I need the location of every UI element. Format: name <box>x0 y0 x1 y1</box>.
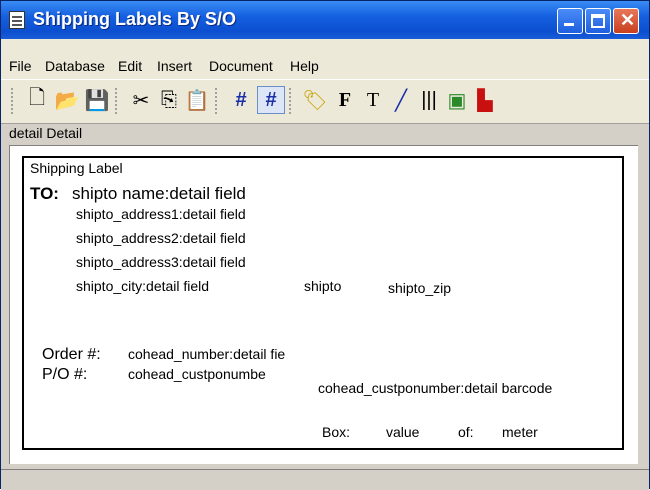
minimize-icon <box>564 23 574 26</box>
section-header: detail Detail <box>1 123 649 144</box>
menu-insert[interactable]: Insert <box>157 58 192 74</box>
field-icon[interactable]: F <box>331 86 359 114</box>
po-label[interactable]: P/O #: <box>42 366 87 384</box>
menu-document[interactable]: Document <box>209 58 273 74</box>
copy-icon[interactable]: ⎘ <box>155 86 183 114</box>
toolbar-grip[interactable] <box>11 88 16 114</box>
box-value-field[interactable]: value <box>386 424 426 440</box>
of-value-field[interactable]: meter <box>502 424 542 440</box>
maximize-button[interactable] <box>585 8 611 34</box>
menu-help[interactable]: Help <box>290 58 319 74</box>
label-icon[interactable]: 🏷 <box>301 86 329 114</box>
app-window: Shipping Labels By S/O ✕ File Database E… <box>0 0 650 490</box>
to-label[interactable]: TO: <box>30 184 59 204</box>
po-number-field[interactable]: cohead_custponumbe <box>128 366 294 382</box>
toolbar: 🗋 📂 💾 ✂ ⎘ 📋 # # 🏷 F T ╱ ||| ▣ ▙ <box>1 79 649 124</box>
toolbar-grip[interactable] <box>289 88 294 114</box>
shipto-zip-field[interactable]: shipto_zip <box>388 280 460 296</box>
new-icon[interactable]: 🗋 <box>23 86 51 114</box>
title-bar[interactable]: Shipping Labels By S/O ✕ <box>1 1 649 39</box>
open-icon[interactable]: 📂 <box>53 86 81 114</box>
graph-icon[interactable]: ▙ <box>471 86 499 114</box>
document-icon <box>9 11 25 29</box>
po-barcode-field[interactable]: cohead_custponumber:detail barcode <box>318 380 552 396</box>
snap-grid-icon[interactable]: # <box>257 86 285 114</box>
paste-icon[interactable]: 📋 <box>183 86 211 114</box>
save-icon[interactable]: 💾 <box>83 86 111 114</box>
section-title: detail Detail <box>9 125 83 141</box>
status-bar <box>1 469 649 490</box>
shipto-state-field[interactable]: shipto <box>304 278 344 294</box>
line-icon[interactable]: ╱ <box>387 86 415 114</box>
image-icon[interactable]: ▣ <box>443 86 471 114</box>
close-icon: ✕ <box>620 10 636 30</box>
text-icon[interactable]: T <box>359 86 387 114</box>
menu-bar: File Database Edit Insert Document Help <box>1 55 649 79</box>
menu-file[interactable]: File <box>9 58 32 74</box>
toolbar-grip[interactable] <box>215 88 220 114</box>
shipto-name-field[interactable]: shipto name:detail field <box>72 184 246 204</box>
box-label[interactable]: Box: <box>322 424 350 440</box>
of-label[interactable]: of: <box>458 424 474 440</box>
menu-edit[interactable]: Edit <box>118 58 142 74</box>
shipto-address2-field[interactable]: shipto_address2:detail field <box>76 230 246 246</box>
menu-spacer <box>1 39 649 55</box>
menu-database[interactable]: Database <box>45 58 105 74</box>
order-label[interactable]: Order #: <box>42 346 101 364</box>
shipto-city-field[interactable]: shipto_city:detail field <box>76 278 209 294</box>
order-number-field[interactable]: cohead_number:detail fie <box>128 346 328 362</box>
cut-icon[interactable]: ✂ <box>127 86 155 114</box>
minimize-button[interactable] <box>557 8 583 34</box>
label-section-frame[interactable]: Shipping Label TO: shipto name:detail fi… <box>22 156 624 450</box>
close-button[interactable]: ✕ <box>613 8 639 34</box>
grid-icon[interactable]: # <box>227 86 255 114</box>
toolbar-grip[interactable] <box>115 88 120 114</box>
label-heading[interactable]: Shipping Label <box>30 160 123 176</box>
barcode-icon[interactable]: ||| <box>415 86 443 114</box>
report-canvas[interactable]: Shipping Label TO: shipto name:detail fi… <box>9 145 638 464</box>
shipto-address1-field[interactable]: shipto_address1:detail field <box>76 206 246 222</box>
shipto-address3-field[interactable]: shipto_address3:detail field <box>76 254 246 270</box>
maximize-icon <box>591 14 605 28</box>
window-title: Shipping Labels By S/O <box>33 9 237 29</box>
